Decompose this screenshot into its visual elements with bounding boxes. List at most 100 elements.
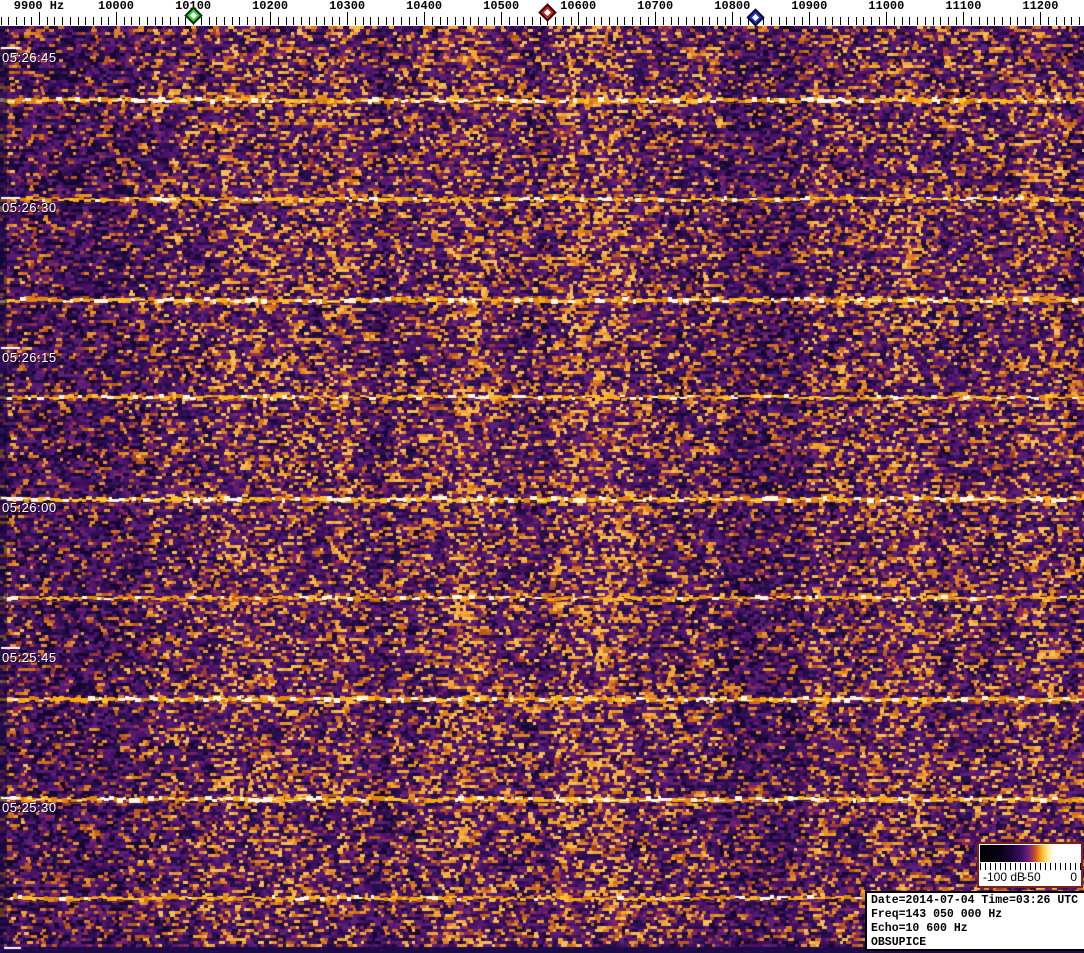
minor-freq-tick [262,17,264,25]
freq-label: 11200 [1022,0,1059,13]
colorbar-tick [1075,863,1076,870]
major-freq-tick [347,12,349,25]
minor-freq-tick [701,17,703,25]
freq-label: 10500 [483,0,520,13]
red-marker-center-dot [543,8,551,16]
colorbar-tick [1080,863,1081,870]
colorbar-tick [1070,863,1071,870]
minor-freq-tick [431,17,433,25]
freq-label: 9900 Hz [13,0,65,13]
minor-freq-tick [863,17,865,25]
minor-freq-tick [770,17,772,25]
minor-freq-tick [462,17,464,25]
colorbar-ticks [980,863,1081,870]
minor-freq-tick [478,17,480,25]
freq-label: 10900 [791,0,828,13]
time-label: 05:25:45 [2,650,57,665]
minor-freq-tick [1032,17,1034,25]
minor-freq-tick [647,17,649,25]
minor-freq-tick [870,17,872,25]
colorbar-tick [1005,863,1006,870]
minor-freq-tick [408,17,410,25]
major-freq-tick [809,12,811,25]
minor-freq-tick [385,17,387,25]
minor-freq-tick [917,17,919,25]
minor-freq-tick [555,17,557,25]
minor-freq-tick [485,17,487,25]
minor-freq-tick [1071,17,1073,25]
minor-freq-tick [8,17,10,25]
minor-freq-tick [370,17,372,25]
minor-freq-tick [1048,17,1050,25]
freq-label: 10200 [252,0,289,13]
freq-label: 10800 [714,0,751,13]
minor-freq-tick [208,17,210,25]
minor-freq-tick [801,17,803,25]
minor-freq-tick [793,17,795,25]
minor-freq-tick [878,17,880,25]
minor-freq-tick [601,17,603,25]
minor-freq-tick [393,17,395,25]
info-date-time: Date=2014-07-04 Time=03:26 UTC [871,894,1079,907]
minor-freq-tick [277,17,279,25]
minor-freq-tick [1017,17,1019,25]
minor-freq-tick [1025,17,1026,25]
time-label: 05:26:00 [2,500,57,515]
minor-freq-tick [254,17,256,25]
minor-freq-tick [624,17,626,25]
colorbar-tick [1040,863,1041,870]
minor-freq-tick [940,17,942,25]
colorbar-tick [980,863,981,870]
minor-freq-tick [824,17,826,25]
minor-freq-tick [532,17,533,25]
minor-freq-tick [670,17,672,25]
minor-freq-tick [123,17,125,25]
info-echo: Echo=10 600 Hz [871,922,968,935]
major-freq-tick [963,12,965,25]
colorbar-tick [995,863,996,870]
minor-freq-tick [447,17,449,25]
colorbar-tick [990,863,991,870]
minor-freq-tick [146,17,148,25]
frequency-ruler[interactable]: 9900 Hz100001010010200103001040010500106… [0,0,1084,27]
minor-freq-tick [154,17,156,25]
colorbar-gradient [980,845,1080,862]
minor-freq-tick [855,17,857,25]
red-marker[interactable] [538,2,557,22]
major-freq-tick [424,12,426,25]
colorbar-tick [1000,863,1001,870]
minor-freq-tick [524,17,526,25]
info-station: OBSUPICE [871,936,927,949]
minor-freq-tick [585,17,587,25]
minor-freq-tick [662,17,664,25]
info-frequency: Freq=143 050 000 Hz [871,908,1003,921]
minor-freq-tick [678,17,680,25]
minor-freq-tick [894,17,895,25]
major-freq-tick [655,12,657,25]
colorbar-tick [1055,863,1056,870]
minor-freq-tick [439,17,441,25]
minor-freq-tick [15,17,17,25]
colorbar-legend: -100 dB -50 0 [977,842,1083,888]
minor-freq-tick [932,17,934,25]
minor-freq-tick [924,17,926,25]
blue-marker-center-dot [751,13,759,21]
spectrogram-canvas[interactable] [0,26,1084,953]
minor-freq-tick [539,17,541,25]
minor-freq-tick [639,17,641,25]
time-label: 05:26:30 [2,200,57,215]
minor-freq-tick [300,17,302,25]
minor-freq-tick [108,17,110,25]
colorbar-tick [1020,863,1021,870]
minor-freq-tick [632,17,634,25]
minor-freq-tick [54,17,56,25]
minor-freq-tick [1009,17,1011,25]
minor-freq-tick [716,17,718,25]
minor-freq-tick [316,17,318,25]
minor-freq-tick [231,17,233,25]
minor-freq-tick [470,17,472,25]
major-freq-tick [501,12,503,25]
minor-freq-tick [77,17,79,25]
minor-freq-tick [285,17,287,25]
colorbar-tick [1045,863,1046,870]
